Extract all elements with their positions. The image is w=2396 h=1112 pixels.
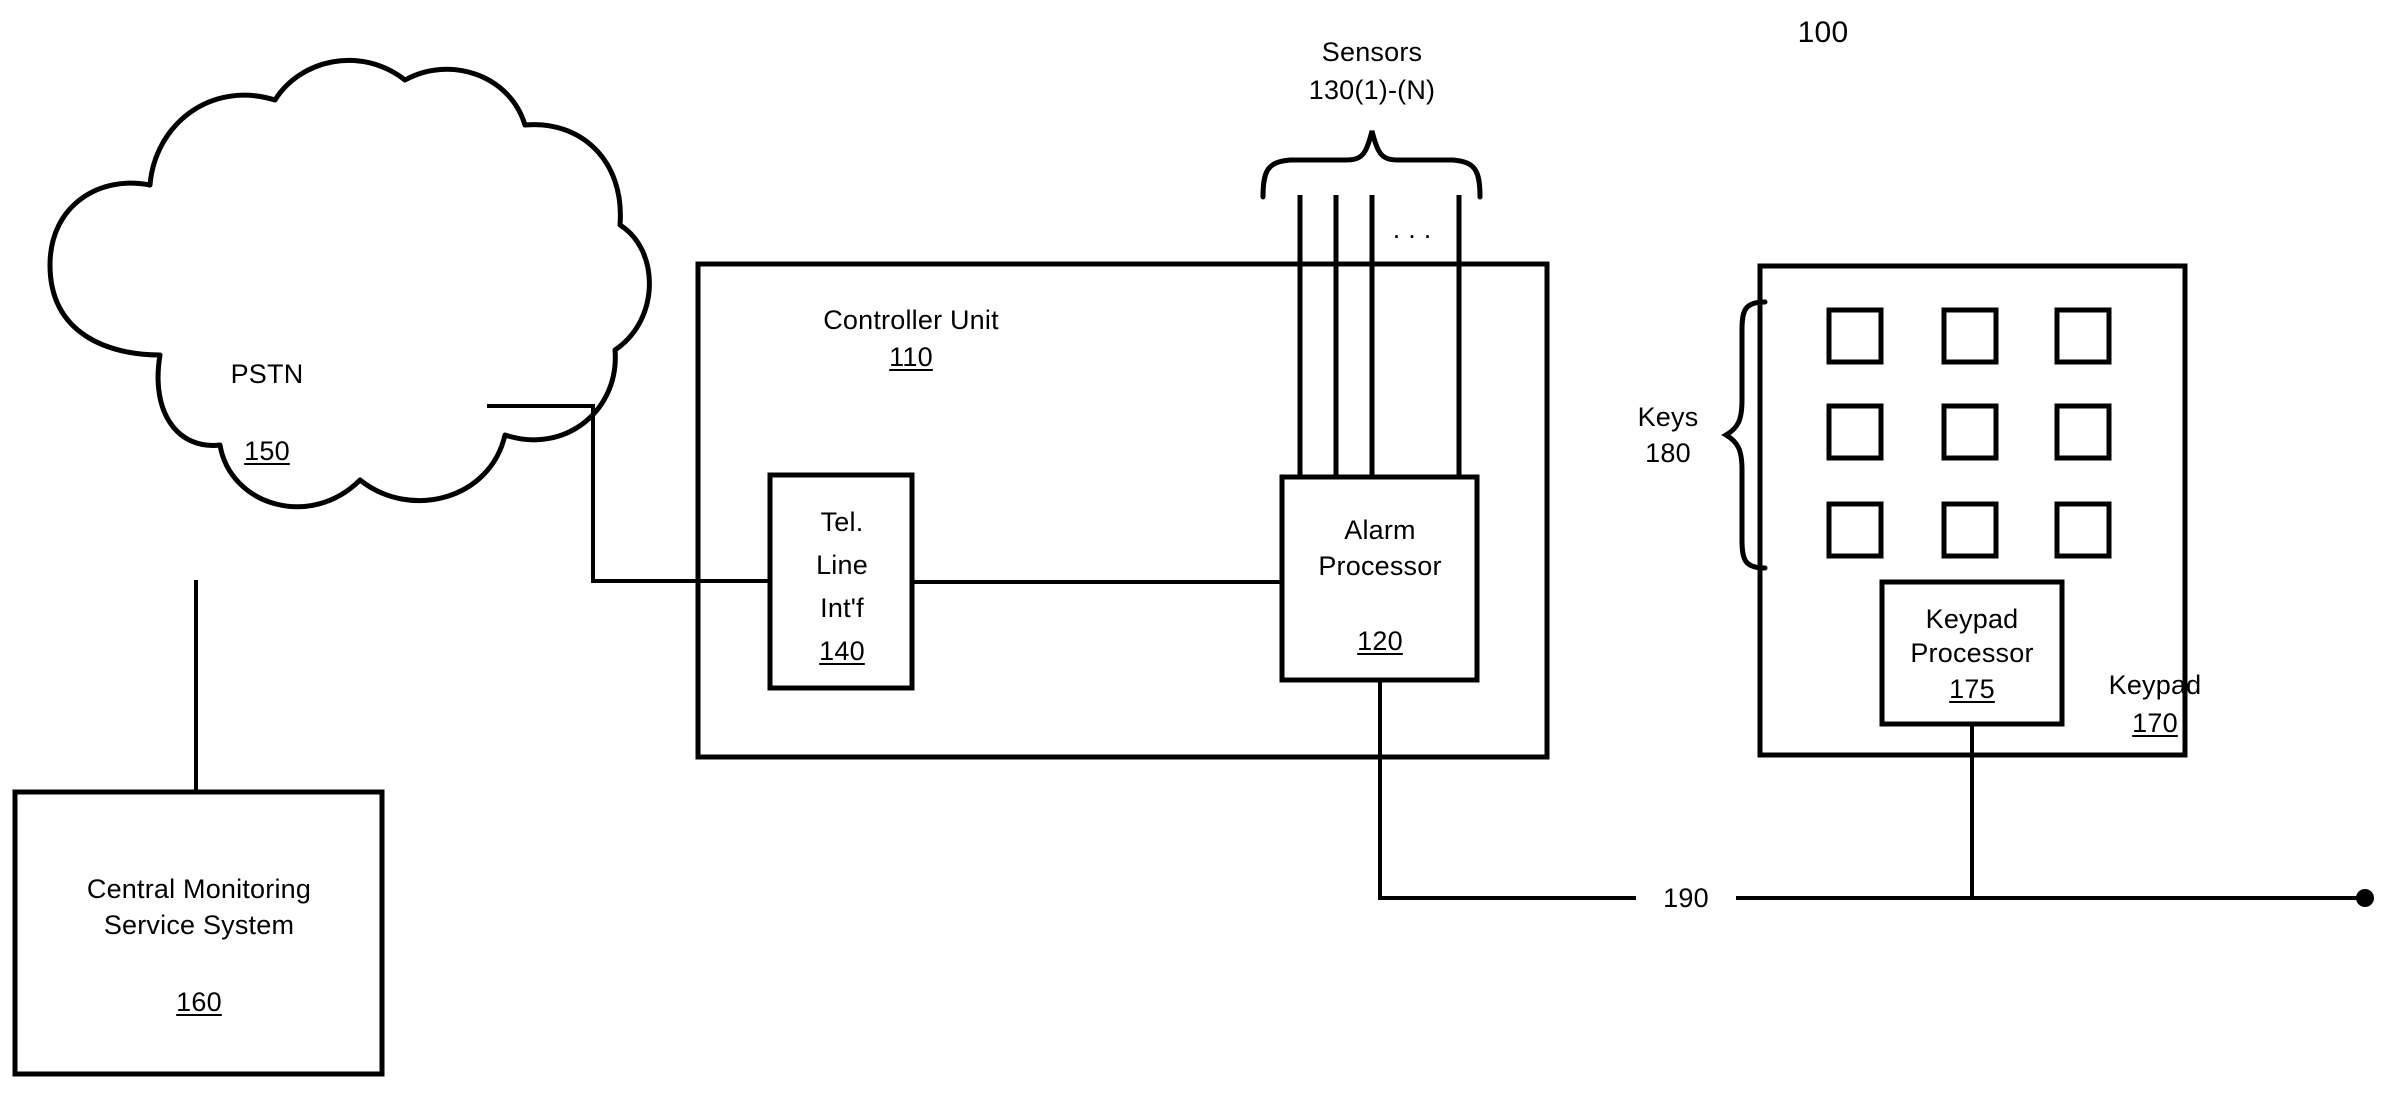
keypad-label: Keypad — [2108, 670, 2202, 700]
sensors-ref: 130(1)-(N) — [1308, 75, 1436, 105]
central-monitoring-label-line1: Central Monitoring — [86, 874, 312, 904]
key-button[interactable] — [1826, 307, 1884, 365]
pstn-ref: 150 — [244, 436, 290, 466]
alarm-processor-label-line2: Processor — [1318, 551, 1442, 581]
alarm-processor-label-line1: Alarm — [1344, 515, 1416, 545]
key-button[interactable] — [1826, 403, 1884, 461]
keypad-processor-label-line1: Keypad — [1925, 604, 2019, 634]
bus-terminal-dot — [2356, 889, 2374, 907]
key-button[interactable] — [2054, 307, 2112, 365]
sensors-label: Sensors — [1321, 37, 1423, 67]
keypad-ref: 170 — [2132, 708, 2178, 738]
pstn-label: PSTN — [230, 359, 304, 389]
tel-line-interface-label-line3: Int'f — [820, 593, 864, 623]
keys-label: Keys — [1637, 402, 1699, 432]
keypad-processor-label-line2: Processor — [1910, 638, 2034, 668]
keys-ref: 180 — [1645, 438, 1691, 468]
controller-unit-label: Controller Unit — [823, 305, 999, 335]
central-monitoring-label-line2: Service System — [103, 910, 295, 940]
figure-number: 100 — [1797, 16, 1849, 49]
tel-line-interface-ref: 140 — [819, 636, 865, 666]
figure-canvas: 100 PSTN 150 Central Monitoring Service … — [0, 0, 2396, 1112]
sensors-brace — [1260, 130, 1483, 200]
key-button[interactable] — [1941, 501, 1999, 559]
key-button[interactable] — [1941, 307, 1999, 365]
sensors-ellipsis: ... — [1392, 214, 1440, 244]
controller-unit-ref: 110 — [889, 342, 933, 372]
key-button[interactable] — [2054, 403, 2112, 461]
diagram-vector-layer — [12, 57, 2374, 1077]
key-button[interactable] — [1941, 403, 1999, 461]
alarm-processor-ref: 120 — [1357, 626, 1403, 656]
tel-line-interface-label-line1: Tel. — [820, 507, 864, 537]
key-button[interactable] — [2054, 501, 2112, 559]
bus-ref: 190 — [1663, 883, 1709, 913]
key-button[interactable] — [1826, 501, 1884, 559]
keypad-processor-ref: 175 — [1949, 674, 1995, 704]
central-monitoring-ref: 160 — [176, 987, 222, 1017]
tel-line-interface-label-line2: Line — [816, 550, 868, 580]
